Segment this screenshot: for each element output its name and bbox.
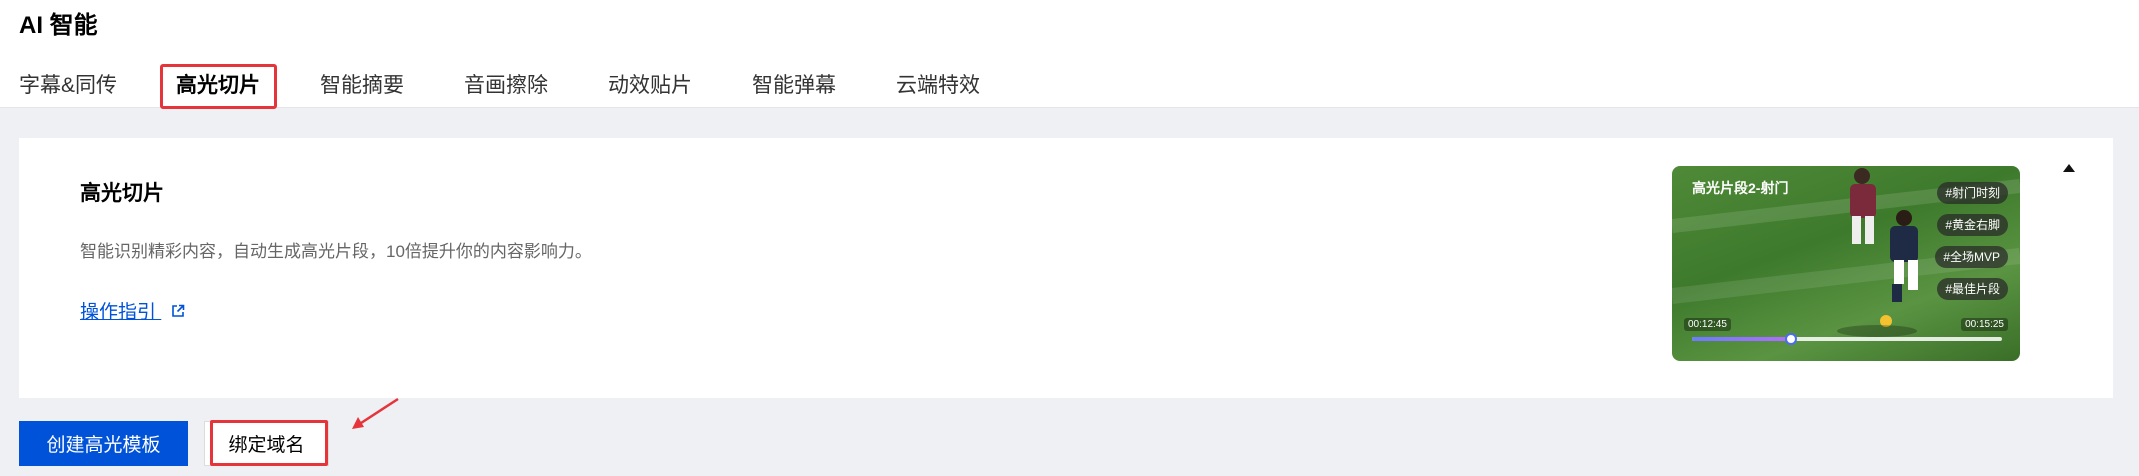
preview-video-thumbnail[interactable]: 高光片段2-射门 #射门时刻 #黄金右脚 #全场MVP #最佳片段 00:12:… (1672, 166, 2020, 361)
preview-progress-bar[interactable] (1692, 333, 2002, 345)
highlight-clip-card: 高光切片 智能识别精彩内容，自动生成高光片段，10倍提升你的内容影响力。 操作指… (19, 138, 2113, 398)
page-title: AI 智能 (19, 12, 98, 39)
preview-tag: #黄金右脚 (1937, 214, 2008, 236)
preview-title: 高光片段2-射门 (1692, 180, 1789, 196)
preview-time-start: 00:12:45 (1684, 318, 1731, 331)
external-link-icon (172, 305, 185, 318)
guide-link-label[interactable]: 操作指引 (80, 302, 156, 323)
annotation-arrow-icon (352, 397, 399, 429)
tab-smart-danmaku[interactable]: 智能弹幕 (752, 66, 836, 106)
tab-subtitles[interactable]: 字幕&同传 (19, 66, 117, 106)
preview-tag: #最佳片段 (1937, 278, 2008, 300)
active-tab-annotation-box (160, 64, 277, 109)
player-figure-maroon (1850, 168, 1876, 244)
preview-tag: #射门时刻 (1937, 182, 2008, 204)
tab-motion-stickers[interactable]: 动效贴片 (608, 66, 692, 106)
preview-progress-fill (1692, 337, 1792, 341)
create-highlight-template-button[interactable]: 创建高光模板 (19, 421, 188, 466)
triangle-up-icon[interactable] (2059, 158, 2079, 178)
tab-audio-video-erase[interactable]: 音画擦除 (464, 66, 548, 106)
top-header: AI 智能 字幕&同传 高光切片 智能摘要 音画擦除 动效贴片 智能弹幕 云端特… (0, 0, 2139, 109)
player-figure-navy (1890, 210, 1918, 302)
bind-domain-button[interactable]: 绑定域名 (204, 421, 329, 466)
card-description: 智能识别精彩内容，自动生成高光片段，10倍提升你的内容影响力。 (80, 242, 592, 261)
card-title: 高光切片 (80, 182, 164, 205)
preview-time-end: 00:15:25 (1961, 318, 2008, 331)
tab-smart-summary[interactable]: 智能摘要 (320, 66, 404, 106)
tab-cloud-effects[interactable]: 云端特效 (896, 66, 980, 106)
guide-link[interactable]: 操作指引 (80, 300, 185, 326)
preview-tag: #全场MVP (1935, 246, 2008, 268)
